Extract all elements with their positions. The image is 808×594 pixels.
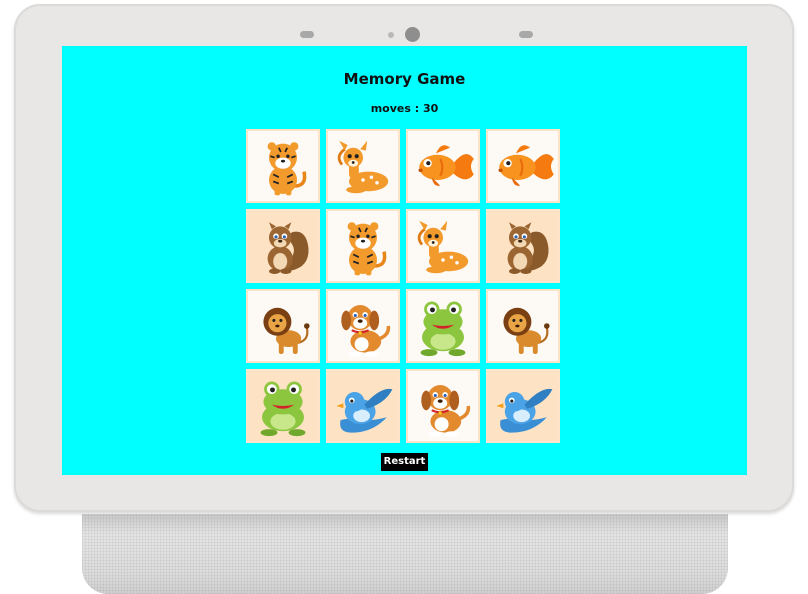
moves-counter: moves : 30 — [370, 102, 439, 115]
memory-card[interactable] — [406, 289, 480, 363]
camera-icon — [405, 27, 420, 42]
light-sensor-icon — [388, 32, 394, 38]
memory-card[interactable] — [326, 289, 400, 363]
restart-button[interactable]: Restart — [381, 453, 428, 471]
goldfish-icon — [498, 145, 554, 186]
tiger-icon — [267, 142, 307, 196]
lion-icon — [263, 307, 310, 354]
memory-card[interactable] — [246, 129, 320, 203]
lion-icon — [503, 307, 550, 354]
memory-card[interactable] — [406, 129, 480, 203]
squirrel-icon — [267, 222, 309, 274]
bluebird-icon — [336, 388, 393, 433]
speaker-base — [82, 514, 728, 594]
goldfish-icon — [418, 145, 474, 186]
memory-card[interactable] — [246, 209, 320, 283]
tiger-icon — [347, 222, 387, 276]
bluebird-icon — [496, 388, 553, 433]
memory-card[interactable] — [326, 209, 400, 283]
card-grid — [246, 129, 566, 449]
page-title: Memory Game — [343, 70, 466, 88]
sensor-icon — [300, 31, 314, 38]
microphone-icon — [519, 31, 533, 38]
memory-card[interactable] — [246, 369, 320, 443]
squirrel-icon — [507, 222, 549, 274]
frog-icon — [260, 381, 306, 437]
puppy-icon — [341, 305, 391, 357]
memory-card[interactable] — [246, 289, 320, 363]
memory-card[interactable] — [486, 289, 560, 363]
memory-card[interactable] — [406, 369, 480, 443]
deer-icon — [337, 140, 389, 194]
puppy-icon — [421, 385, 471, 437]
memory-card[interactable] — [486, 209, 560, 283]
memory-card[interactable] — [486, 129, 560, 203]
memory-card[interactable] — [326, 129, 400, 203]
frog-icon — [420, 301, 466, 357]
memory-card[interactable] — [406, 209, 480, 283]
memory-card[interactable] — [326, 369, 400, 443]
memory-card[interactable] — [486, 369, 560, 443]
game-screen: Memory Game moves : 30 Restart — [62, 46, 747, 475]
deer-icon — [417, 220, 469, 274]
